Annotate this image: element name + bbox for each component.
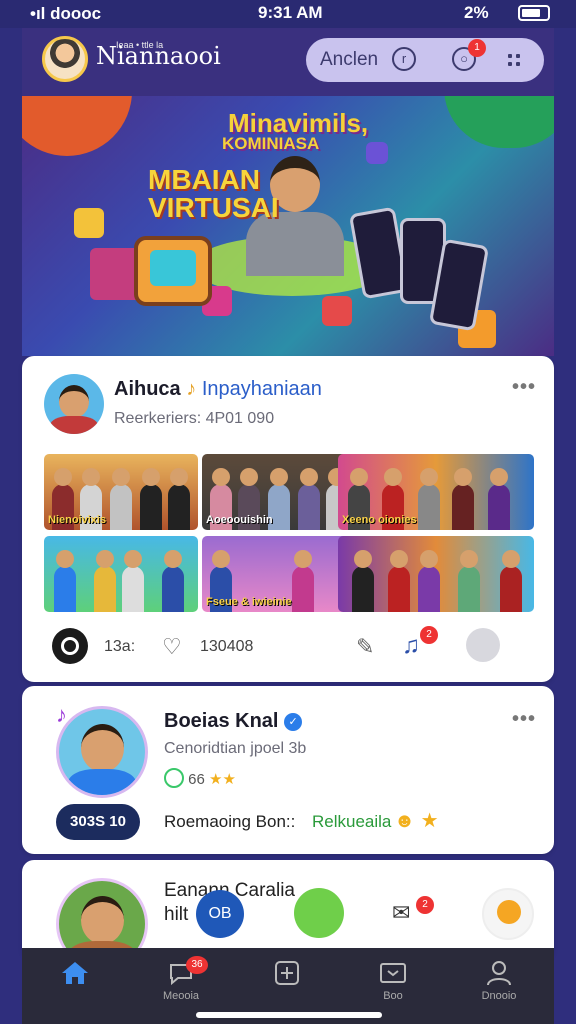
view-icon[interactable] bbox=[52, 628, 88, 664]
post-subtitle: Reerkeriers: 4P01 090 bbox=[114, 410, 275, 427]
star-icon: ★★ bbox=[209, 771, 236, 788]
game-console-illustration bbox=[134, 236, 212, 306]
battery-icon bbox=[518, 5, 550, 21]
post-card: ♪ Boeias Knal ✓ Cenoridtian jpoel 3b 66 … bbox=[22, 686, 554, 854]
message-icon[interactable]: ✉ bbox=[392, 900, 410, 926]
photo-thumbnail[interactable] bbox=[44, 536, 198, 612]
author-name[interactable]: Boeias Knal ✓ bbox=[164, 710, 303, 733]
umbrella-decoration bbox=[444, 96, 554, 148]
umbrella-decoration bbox=[22, 96, 132, 156]
banner-headline: MBAIAN VIRTUSAI bbox=[148, 166, 279, 222]
banner-headline-line2: VIRTUSAI bbox=[148, 192, 279, 223]
cube-decoration bbox=[74, 208, 104, 238]
profile-avatar[interactable] bbox=[42, 36, 88, 82]
chat-bubble-icon[interactable]: OB bbox=[196, 890, 244, 938]
more-options-icon[interactable]: ••• bbox=[512, 708, 536, 731]
cube-decoration bbox=[322, 296, 352, 326]
message-badge: 2 bbox=[416, 896, 434, 914]
author-name-line2: hilt bbox=[164, 904, 189, 925]
photo-thumbnail[interactable]: Aoeoouishin bbox=[202, 454, 356, 530]
emoji-icon: ☻ ★ bbox=[394, 810, 439, 832]
author-name[interactable]: Aihuca ♪ Inpayhaniaan bbox=[114, 378, 322, 401]
music-note-icon[interactable]: ♫ bbox=[402, 632, 420, 660]
photo-thumbnail[interactable] bbox=[338, 536, 534, 612]
verified-icon: ✓ bbox=[284, 713, 303, 731]
photo-thumbnail[interactable]: Xeeno oionies bbox=[338, 454, 534, 530]
profile-icon bbox=[487, 961, 511, 986]
add-icon bbox=[275, 961, 299, 985]
nav-label: Boo bbox=[383, 990, 403, 1002]
author-name-text: Boeias Knal bbox=[164, 710, 279, 732]
music-badge: 2 bbox=[420, 626, 438, 644]
post-subtitle: Cenoridtian jpoel 3b bbox=[164, 740, 307, 757]
reaction-avatar-icon[interactable] bbox=[482, 888, 534, 940]
author-avatar[interactable] bbox=[56, 706, 148, 798]
photo-caption: Fseue & iwieinie bbox=[206, 596, 292, 608]
footer-highlight[interactable]: Relkueaila bbox=[312, 812, 391, 832]
music-icon: ♪ bbox=[186, 378, 197, 400]
post-card: Aihuca ♪ Inpayhaniaan Reerkeriers: 4P01 … bbox=[22, 356, 554, 682]
search-pill[interactable]: Anclen r ○ bbox=[306, 38, 544, 82]
author-name-text: Aihuca bbox=[114, 378, 181, 400]
like-icon[interactable]: ♡ bbox=[162, 634, 182, 660]
level-icon bbox=[164, 768, 184, 788]
home-indicator[interactable] bbox=[196, 1012, 382, 1018]
badge-count: 66 bbox=[188, 771, 205, 788]
comment-icon[interactable]: ✎ bbox=[356, 634, 374, 660]
nav-label: Meooia bbox=[162, 990, 200, 1002]
clock: 9:31 AM bbox=[258, 3, 323, 22]
app-brand: Niannaooi bbox=[96, 42, 221, 70]
grid-menu-icon[interactable] bbox=[508, 54, 522, 68]
post-card: Eanann Caralia hilt OB ✉ 2 bbox=[22, 860, 554, 970]
cube-decoration bbox=[366, 142, 388, 164]
score-pill[interactable]: 303S 10 bbox=[56, 804, 140, 840]
banner-headline-line1: MBAIAN bbox=[148, 164, 260, 195]
nav-home[interactable] bbox=[22, 948, 128, 1024]
share-avatar-icon[interactable] bbox=[466, 628, 500, 662]
filter-icon[interactable]: r bbox=[392, 47, 416, 71]
messages-badge: 36 bbox=[186, 956, 208, 974]
notification-badge: 1 bbox=[468, 39, 486, 57]
photo-thumbnail[interactable]: Nienoivixis bbox=[44, 454, 198, 530]
author-avatar[interactable] bbox=[44, 374, 104, 434]
views-count: 13a: bbox=[104, 638, 136, 655]
photo-caption: Aoeoouishin bbox=[206, 514, 273, 526]
mascot-icon[interactable] bbox=[294, 888, 344, 938]
banner-subtitle: KOMINIASA bbox=[222, 134, 320, 153]
more-options-icon[interactable]: ••• bbox=[512, 376, 536, 399]
likes-count: 130408 bbox=[200, 638, 254, 655]
photo-thumbnail[interactable]: Fseue & iwieinie bbox=[202, 536, 356, 612]
status-bar: •ıl doooc 9:31 AM 2% bbox=[0, 0, 576, 28]
search-label: Anclen bbox=[320, 49, 379, 70]
carrier-signal: •ıl doooc bbox=[30, 4, 102, 23]
inbox-icon bbox=[380, 963, 406, 983]
photo-caption: Nienoivixis bbox=[48, 514, 107, 526]
home-icon bbox=[62, 962, 88, 984]
app-header: Ieaa • ttle la Niannaooi Anclen r ○ 1 bbox=[22, 28, 554, 96]
hero-banner[interactable]: Minavimils, KOMINIASA MBAIAN VIRTUSAI bbox=[22, 96, 554, 356]
nav-label: Dnooio bbox=[481, 990, 517, 1002]
battery-percent: 2% bbox=[464, 3, 489, 22]
badge-row: 66 ★★ bbox=[164, 768, 236, 788]
author-tag[interactable]: Inpayhaniaan bbox=[202, 378, 322, 400]
photo-caption: Xeeno oionies bbox=[342, 514, 417, 526]
footer-label: Roemaoing Bon:: bbox=[164, 812, 296, 831]
nav-profile[interactable]: Dnooio bbox=[446, 948, 552, 1024]
